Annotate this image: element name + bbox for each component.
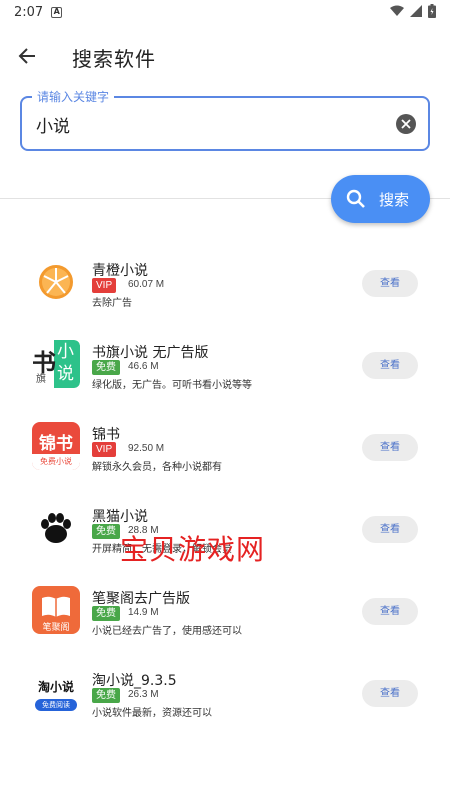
signal-icon: [410, 5, 422, 17]
free-badge: 免费: [92, 524, 120, 539]
search-input[interactable]: [36, 112, 376, 136]
icon-text: 免费阅读: [42, 701, 70, 709]
view-button[interactable]: 查看: [362, 598, 418, 625]
search-icon: [346, 189, 365, 208]
orange-slice-icon: [32, 258, 80, 306]
book-icon: 笔聚阁: [32, 586, 80, 634]
list-item: 锦书 免费小说 锦书 VIP 92.50 M 解锁永久会员，各种小说都有 查看: [0, 404, 450, 486]
vip-badge: VIP: [92, 278, 117, 293]
app-name: 淘小说_9.3.5: [92, 673, 177, 689]
app-size: 92.50 M: [128, 443, 165, 454]
app-size: 46.6 M: [128, 361, 159, 372]
status-time: 2:07: [14, 4, 44, 20]
notification-icon: A: [51, 6, 63, 18]
search-field-label: 请输入关键字: [32, 88, 115, 105]
free-badge: 免费: [92, 606, 120, 621]
view-button[interactable]: 查看: [362, 270, 418, 297]
app-name: 锦书: [92, 427, 120, 443]
app-description: 小说软件最新，资源还可以: [92, 708, 212, 719]
wifi-icon: [390, 5, 404, 16]
view-button[interactable]: 查看: [362, 352, 418, 379]
list-item: 书 小 说 旗 书旗小说 无广告版 免费 46.6 M 绿化版，无广告。可听书看…: [0, 322, 450, 404]
app-name: 书旗小说 无广告版: [92, 345, 209, 361]
status-indicators: [390, 4, 436, 18]
paw-icon: [32, 504, 80, 552]
view-button[interactable]: 查看: [362, 434, 418, 461]
app-name: 笔聚阁去广告版: [92, 591, 190, 607]
battery-icon: [428, 4, 436, 18]
icon-text: 旗: [36, 374, 46, 385]
app-bar: 搜索软件: [0, 34, 450, 78]
icon-text: 笔聚阁: [42, 623, 70, 633]
icon-text: 小: [57, 342, 74, 362]
app-name: 黑猫小说: [92, 509, 148, 525]
icon-text: 免费小说: [40, 457, 72, 466]
list-item: 淘小说 免费阅读 淘小说_9.3.5 免费 26.3 M 小说软件最新，资源还可…: [0, 650, 450, 732]
page-title: 搜索软件: [72, 47, 156, 71]
app-description: 绿化版，无广告。可听书看小说等等: [92, 380, 252, 391]
watermark: 宝贝游戏网: [120, 533, 266, 566]
icon-text: 说: [57, 364, 74, 384]
app-name: 青橙小说: [92, 263, 148, 279]
app-description: 解锁永久会员，各种小说都有: [92, 462, 222, 473]
taoxiaoshuo-app-icon: 淘小说 免费阅读: [32, 668, 80, 716]
search-button-label: 搜索: [379, 191, 410, 209]
app-list: 青橙小说 VIP 60.07 M 去除广告 查看 书 小 说 旗 书旗小说 无广…: [0, 240, 450, 732]
shuqi-app-icon: 书 小 说 旗: [32, 340, 80, 388]
free-badge: 免费: [92, 688, 120, 703]
clear-search-button[interactable]: [396, 114, 416, 134]
free-badge: 免费: [92, 360, 120, 375]
view-button[interactable]: 查看: [362, 680, 418, 707]
app-size: 26.3 M: [128, 689, 159, 700]
list-item: 青橙小说 VIP 60.07 M 去除广告 查看: [0, 240, 450, 322]
back-button[interactable]: [16, 44, 40, 68]
app-size: 60.07 M: [128, 279, 165, 290]
app-size: 14.9 M: [128, 607, 159, 618]
icon-text: 锦书: [39, 434, 73, 454]
jinshu-app-icon: 锦书 免费小说: [32, 422, 80, 470]
icon-text: 淘小说: [37, 680, 74, 694]
arrow-left-icon: [18, 48, 35, 64]
status-bar: 2:07 A: [0, 0, 450, 24]
search-field[interactable]: 请输入关键字: [20, 88, 430, 151]
app-description: 小说已经去广告了，使用感还可以: [92, 626, 242, 637]
list-item: 笔聚阁 笔聚阁去广告版 免费 14.9 M 小说已经去广告了，使用感还可以 查看: [0, 568, 450, 650]
view-button[interactable]: 查看: [362, 516, 418, 543]
app-description: 去除广告: [92, 298, 132, 309]
vip-badge: VIP: [92, 442, 117, 457]
search-button[interactable]: 搜索: [331, 175, 430, 223]
close-icon: [401, 119, 411, 129]
